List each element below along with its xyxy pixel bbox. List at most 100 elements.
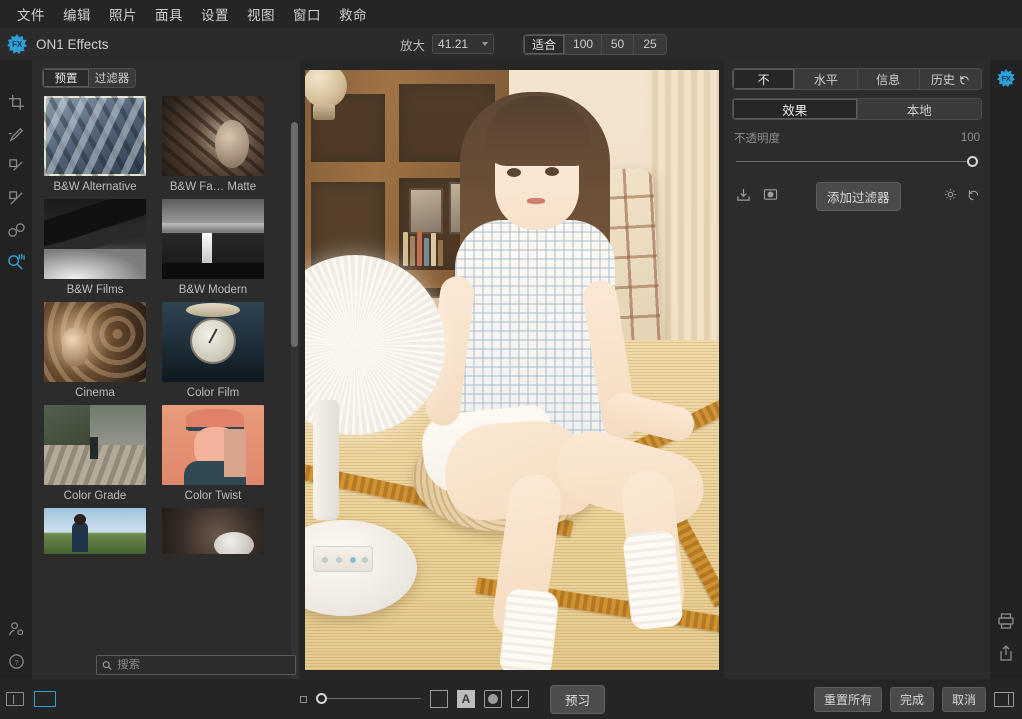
fx-badge-icon[interactable]: FX bbox=[990, 62, 1022, 94]
preset-search-field[interactable] bbox=[96, 655, 296, 675]
preset-item[interactable]: B&W Films bbox=[44, 199, 146, 296]
menu-item-help[interactable]: 救命 bbox=[330, 1, 376, 27]
menu-item-file[interactable]: 文件 bbox=[8, 1, 54, 27]
preset-item[interactable] bbox=[44, 508, 146, 554]
opacity-row: 不透明度 100 bbox=[734, 130, 980, 146]
zoom-hand-tool-icon[interactable] bbox=[0, 246, 32, 278]
tab-no[interactable]: 不 bbox=[733, 69, 795, 89]
tab-history[interactable]: 历史 bbox=[920, 69, 981, 89]
brush-slider-handle[interactable] bbox=[316, 693, 327, 704]
masking-brush-tool-icon[interactable] bbox=[0, 182, 32, 214]
subtab-local[interactable]: 本地 bbox=[858, 99, 982, 119]
fx-logo-icon: FX bbox=[0, 34, 34, 54]
preset-thumbnail[interactable] bbox=[44, 405, 146, 485]
preset-item[interactable]: B&W Fa… Matte bbox=[162, 96, 264, 193]
zoom-level-value: 41.21 bbox=[438, 37, 468, 51]
toggle-right-panel-icon[interactable] bbox=[994, 692, 1014, 707]
search-icon bbox=[102, 660, 112, 671]
bounding-box-icon[interactable] bbox=[430, 690, 448, 708]
preset-item[interactable]: B&W Modern bbox=[162, 199, 264, 296]
undo-icon bbox=[959, 74, 970, 85]
preset-thumbnail[interactable] bbox=[44, 508, 146, 554]
zoom-preset-25[interactable]: 25 bbox=[634, 35, 666, 54]
preset-item[interactable]: Color Film bbox=[162, 302, 264, 399]
bottom-bar: A ✓ 预习 重置所有 完成 取消 bbox=[0, 679, 1022, 719]
text-overlay-icon[interactable]: A bbox=[457, 690, 475, 708]
preset-thumbnail[interactable] bbox=[162, 302, 264, 382]
menu-item-settings[interactable]: 设置 bbox=[192, 1, 238, 27]
right-panel: 不 水平 信息 历史 效果 本地 不透明度 100 bbox=[724, 60, 990, 719]
zoom-label: 放大 bbox=[400, 35, 425, 54]
preview-button[interactable]: 预习 bbox=[550, 685, 605, 714]
brush-size-slider[interactable] bbox=[316, 693, 421, 705]
search-input[interactable] bbox=[117, 659, 290, 671]
zoom-preset-fit[interactable]: 适合 bbox=[524, 35, 565, 54]
preset-item[interactable]: Color Grade bbox=[44, 405, 146, 502]
perfect-brush-tool-icon[interactable] bbox=[0, 150, 32, 182]
opacity-slider-handle[interactable] bbox=[967, 156, 978, 167]
app-title: ON1 Effects bbox=[36, 37, 109, 52]
menu-item-photo[interactable]: 照片 bbox=[100, 1, 146, 27]
mask-icon[interactable] bbox=[763, 187, 778, 207]
menu-bar: 文件 编辑 照片 面具 设置 视图 窗口 救命 bbox=[0, 0, 1022, 28]
tab-presets[interactable]: 预置 bbox=[43, 69, 89, 87]
preset-item[interactable]: Color Twist bbox=[162, 405, 264, 502]
preset-item[interactable]: B&W Alternative bbox=[44, 96, 146, 193]
menu-item-edit[interactable]: 编辑 bbox=[54, 1, 100, 27]
user-settings-icon[interactable] bbox=[0, 613, 32, 645]
checkbox-icon[interactable]: ✓ bbox=[511, 690, 529, 708]
preset-label: Color Grade bbox=[44, 490, 146, 502]
preset-thumbnail[interactable] bbox=[162, 405, 264, 485]
preset-thumbnail[interactable] bbox=[162, 508, 264, 554]
save-preset-icon[interactable] bbox=[736, 187, 751, 207]
opacity-slider[interactable] bbox=[736, 156, 978, 168]
crop-tool-icon[interactable] bbox=[0, 86, 32, 118]
toggle-left-panel-icon[interactable] bbox=[6, 692, 24, 706]
filter-tools-row: 添加过滤器 bbox=[736, 182, 980, 211]
zoom-preset-50[interactable]: 50 bbox=[602, 35, 634, 54]
tab-info[interactable]: 信息 bbox=[858, 69, 920, 89]
preset-label: Color Twist bbox=[162, 490, 264, 502]
fx-logo-text: FX bbox=[12, 39, 22, 49]
menu-item-window[interactable]: 窗口 bbox=[284, 1, 330, 27]
chisel-tool-icon[interactable] bbox=[0, 214, 32, 246]
preset-thumbnail[interactable] bbox=[44, 96, 146, 176]
tab-filters[interactable]: 过滤器 bbox=[89, 69, 135, 87]
share-export-icon[interactable] bbox=[990, 637, 1022, 669]
add-filter-button[interactable]: 添加过滤器 bbox=[816, 182, 901, 211]
zoom-preset-100[interactable]: 100 bbox=[565, 35, 602, 54]
tab-level[interactable]: 水平 bbox=[795, 69, 857, 89]
preset-item[interactable]: Cinema bbox=[44, 302, 146, 399]
tab-history-label: 历史 bbox=[931, 71, 955, 88]
menu-item-view[interactable]: 视图 bbox=[238, 1, 284, 27]
right-panel-tabs: 不 水平 信息 历史 bbox=[732, 68, 982, 90]
edited-photo[interactable] bbox=[305, 70, 719, 670]
subtab-effects[interactable]: 效果 bbox=[733, 99, 858, 119]
preset-thumbnail[interactable] bbox=[44, 302, 146, 382]
preset-thumbnail[interactable] bbox=[162, 96, 264, 176]
retouch-brush-tool-icon[interactable] bbox=[0, 118, 32, 150]
done-button[interactable]: 完成 bbox=[890, 687, 934, 712]
small-square-icon[interactable] bbox=[300, 696, 307, 703]
photo-warm-grade bbox=[305, 70, 719, 670]
app-toolbar: FX ON1 Effects 放大 41.21 适合 100 50 25 bbox=[0, 28, 1022, 60]
preset-thumbnail[interactable] bbox=[162, 199, 264, 279]
preset-label: B&W Alternative bbox=[44, 181, 146, 193]
preset-scrollbar-thumb[interactable] bbox=[291, 122, 298, 347]
image-canvas[interactable] bbox=[300, 60, 724, 679]
preset-label: B&W Modern bbox=[162, 284, 264, 296]
left-tool-rail: ? bbox=[0, 60, 32, 719]
zoom-level-select[interactable]: 41.21 bbox=[432, 34, 494, 54]
toggle-browser-icon[interactable] bbox=[34, 691, 56, 707]
cancel-button[interactable]: 取消 bbox=[942, 687, 986, 712]
preset-item[interactable] bbox=[162, 508, 264, 554]
reset-all-button[interactable]: 重置所有 bbox=[814, 687, 882, 712]
reset-icon[interactable] bbox=[967, 188, 980, 206]
preset-thumbnail[interactable] bbox=[44, 199, 146, 279]
help-icon[interactable]: ? bbox=[0, 645, 32, 677]
solid-circle-icon[interactable] bbox=[484, 690, 502, 708]
gear-icon[interactable] bbox=[944, 188, 957, 206]
opacity-slider-track bbox=[736, 161, 978, 162]
print-icon[interactable] bbox=[990, 605, 1022, 637]
menu-item-mask[interactable]: 面具 bbox=[146, 1, 192, 27]
